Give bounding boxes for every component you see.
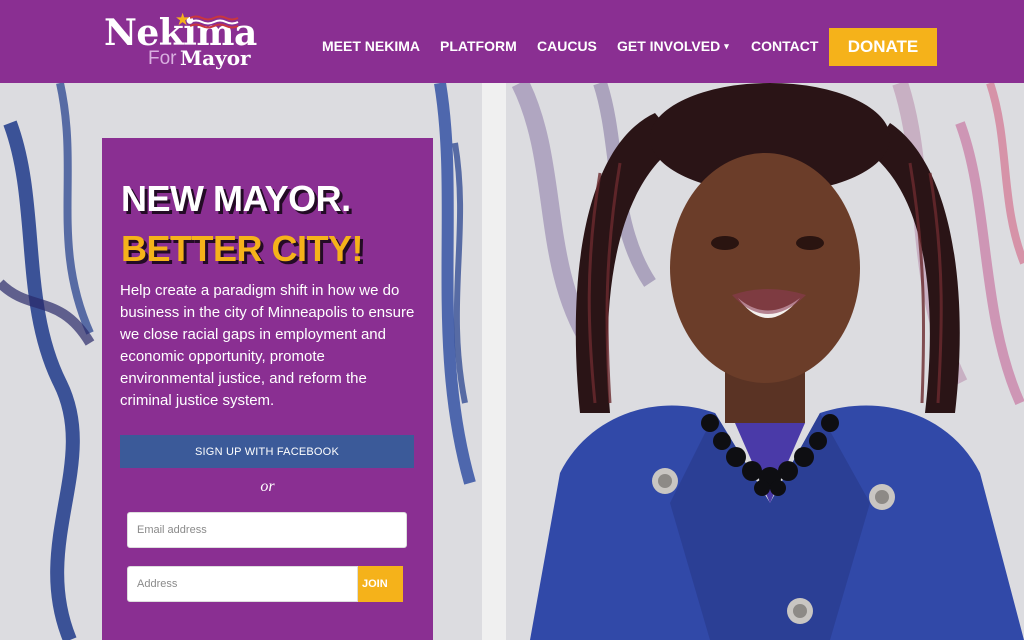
nav-caucus[interactable]: CAUCUS xyxy=(537,38,597,54)
donate-button[interactable]: DONATE xyxy=(829,28,937,66)
nav-get-involved[interactable]: GET INVOLVED ▾ xyxy=(617,38,729,54)
signup-card: NEW MAYOR. BETTER CITY! Help create a pa… xyxy=(102,138,433,640)
join-button[interactable]: JOIN xyxy=(358,566,403,602)
chevron-down-icon: ▾ xyxy=(724,41,729,51)
headline-better-city: BETTER CITY! xyxy=(121,228,364,269)
hero-section: NEW MAYOR. BETTER CITY! Help create a pa… xyxy=(0,83,1024,640)
flag-waves-icon xyxy=(190,15,239,29)
logo-for: For xyxy=(148,48,177,69)
address-field[interactable] xyxy=(127,566,358,602)
candidate-photo xyxy=(530,83,1024,640)
headline-new-mayor: NEW MAYOR. xyxy=(121,178,351,219)
logo-mayor: Mayor xyxy=(180,46,251,70)
or-divider: or xyxy=(260,478,275,495)
sign-up-facebook-button[interactable]: SIGN UP WITH FACEBOOK xyxy=(120,435,414,468)
logo[interactable]: Nekima ★ For Mayor xyxy=(104,10,257,72)
email-field[interactable] xyxy=(127,512,407,548)
nav-platform[interactable]: PLATFORM xyxy=(440,38,517,54)
site-header: Nekima ★ For Mayor MEET NEKIMA PLATFORM … xyxy=(0,0,1024,83)
star-icon: ★ xyxy=(175,10,191,29)
nav-get-involved-label: GET INVOLVED xyxy=(617,38,721,54)
hero-description: Help create a paradigm shift in how we d… xyxy=(120,282,415,409)
nav-meet-nekima[interactable]: MEET NEKIMA xyxy=(322,38,420,54)
nav-contact[interactable]: CONTACT xyxy=(751,38,818,54)
